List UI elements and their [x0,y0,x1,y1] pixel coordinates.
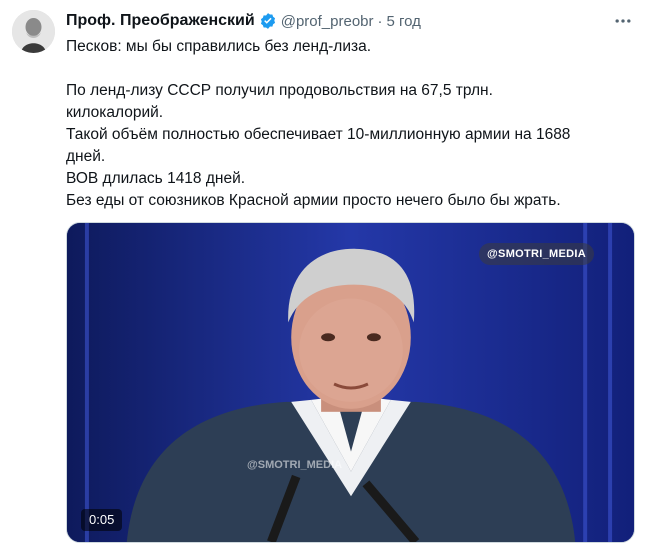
author-avatar[interactable] [12,10,55,53]
tweet-text-line: Без еды от союзников Красной армии прост… [66,192,561,209]
tweet-text: Песков: мы бы справились без ленд-лиза. … [66,36,636,212]
author-name[interactable]: Проф. Преображенский [66,12,255,30]
tweet-card[interactable]: Проф. Преображенский @prof_preobr · 5 го… [0,0,649,555]
video-frame [67,223,634,542]
tweet-text-line: килокалорий. [66,104,164,121]
tweet-text-line: По ленд-лизу СССР получил продовольствия… [66,82,493,99]
video-duration: 0:05 [81,509,123,531]
video-watermark: @SMOTRI_MEDIA [247,459,343,471]
tweet-text-line: Песков: мы бы справились без ленд-лиза. [66,38,372,55]
tweet-text-line: ВОВ длилась 1418 дней. [66,170,246,187]
video-player[interactable]: @SMOTRI_MEDIA @SMOTRI_MEDIA 0:05 [66,222,635,543]
more-horizontal-icon [615,19,631,23]
watermark-badge: @SMOTRI_MEDIA [479,243,594,265]
more-options-button[interactable] [611,9,635,33]
verified-badge-icon [259,12,277,30]
header-separator: · [377,12,383,30]
tweet-timestamp[interactable]: 5 год [387,13,421,30]
tweet-text-line: дней. [66,148,106,165]
tweet-text-line: Такой объём полностью обеспечивает 10-ми… [66,126,571,143]
tweet-header: Проф. Преображенский @prof_preobr · 5 го… [66,10,421,32]
author-handle[interactable]: @prof_preobr [281,13,374,30]
portrait-avatar-icon [12,10,55,53]
